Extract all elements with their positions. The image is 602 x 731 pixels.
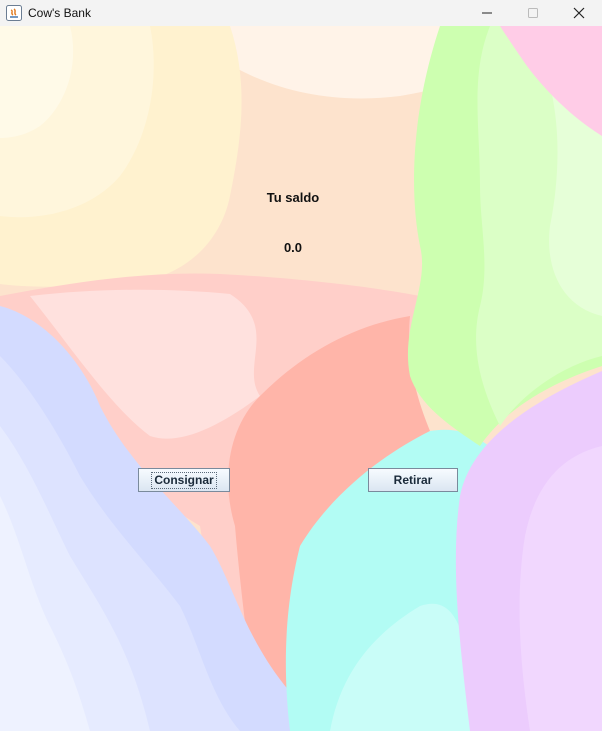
window-controls — [464, 0, 602, 26]
withdraw-button[interactable]: Retirar — [368, 468, 458, 492]
title-bar[interactable]: Cow's Bank — [0, 0, 602, 26]
deposit-button[interactable]: Consignar — [138, 468, 230, 492]
close-button[interactable] — [556, 0, 602, 26]
minimize-button[interactable] — [464, 0, 510, 26]
close-icon — [573, 4, 585, 23]
minimize-icon — [481, 4, 493, 23]
java-app-icon — [6, 5, 22, 21]
maximize-icon — [527, 4, 539, 23]
withdraw-button-label: Retirar — [393, 473, 433, 487]
balance-heading: Tu saldo — [266, 190, 320, 205]
pastel-background-image — [0, 26, 602, 731]
balance-value: 0.0 — [283, 240, 303, 255]
maximize-button[interactable] — [510, 0, 556, 26]
deposit-button-label: Consignar — [151, 471, 217, 489]
main-panel: Tu saldo 0.0 Consignar Retirar — [0, 26, 602, 731]
window-title: Cow's Bank — [28, 6, 91, 20]
app-window: Cow's Bank Tu saldo 0.0 Consignar Retira… — [0, 0, 602, 731]
